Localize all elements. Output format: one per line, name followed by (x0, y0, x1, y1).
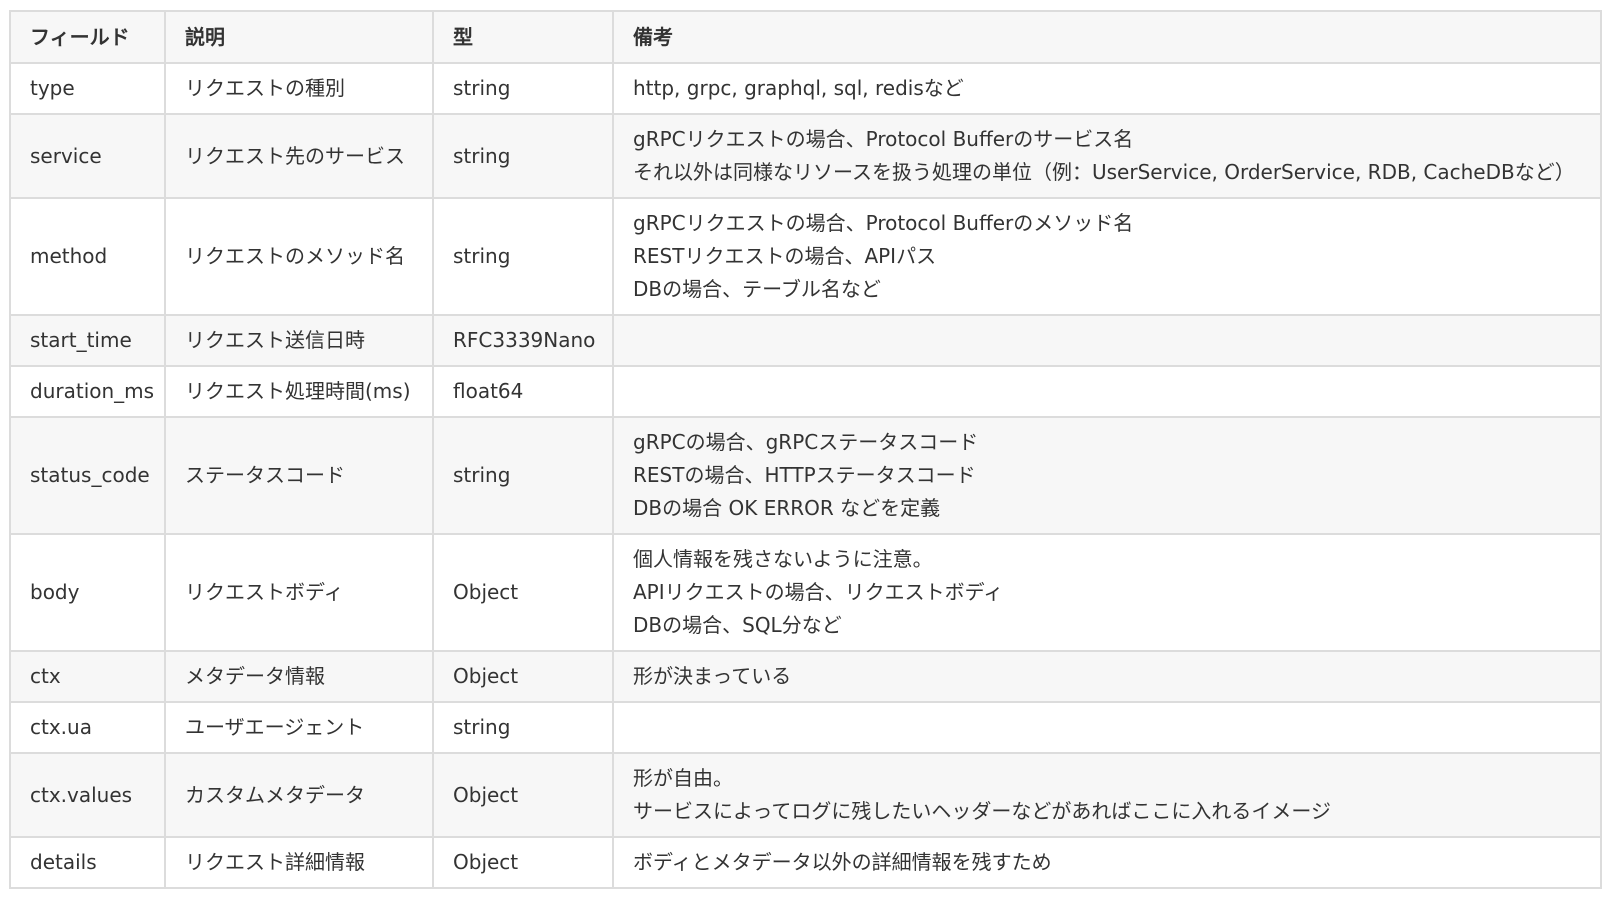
type-cell: Object (432, 752, 614, 838)
field-cell: type (9, 62, 166, 115)
field-cell: duration_ms (9, 365, 166, 418)
notes-line: 個人情報を残さないように注意。 (633, 547, 933, 571)
notes-line: それ以外は同様なリソースを扱う処理の単位（例：UserService, Orde… (633, 160, 1575, 184)
notes-cell: 形が自由。サービスによってログに残したいヘッダーなどがあればここに入れるイメージ (612, 752, 1602, 838)
table-row: ctx.values カスタムメタデータ Object 形が自由。 サービスによってログ… (9, 752, 1602, 838)
notes-cell: http, grpc, graphql, sql, redisなど (612, 62, 1602, 115)
type-cell: Object (432, 533, 614, 652)
type-cell: float64 (432, 365, 614, 418)
field-cell: details (9, 836, 166, 889)
notes-line: RESTの場合、HTTPステータスコード (633, 463, 976, 487)
notes-cell (612, 701, 1602, 754)
notes-line: DBの場合、SQL分など (633, 613, 842, 637)
field-cell: ctx (9, 650, 166, 703)
type-cell: Object (432, 836, 614, 889)
description-cell: リクエスト送信日時 (164, 314, 434, 367)
notes-line: gRPCリクエストの場合、Protocol Bufferのサービス名 (633, 127, 1134, 151)
description-cell: ユーザエージェント (164, 701, 434, 754)
field-cell: service (9, 113, 166, 199)
notes-line: DBの場合、テーブル名など (633, 277, 881, 301)
description-cell: リクエストボディ (164, 533, 434, 652)
table-row: service リクエスト先のサービス string gRPCリクエストの場合、Pro… (9, 113, 1602, 199)
table-row: status_code ステータスコード string gRPCの場合、gRPCステー… (9, 416, 1602, 535)
table-row: duration_ms リクエスト処理時間(ms) float64 (9, 365, 1602, 418)
description-cell: リクエストの種別 (164, 62, 434, 115)
type-cell: string (432, 701, 614, 754)
notes-line: APIリクエストの場合、リクエストボディ (633, 580, 1004, 604)
type-cell: string (432, 197, 614, 316)
notes-cell: gRPCの場合、gRPCステータスコード RESTの場合、HTTPステータスコード… (612, 416, 1602, 535)
notes-line: 形が決まっている (633, 664, 792, 688)
type-cell: RFC3339Nano (432, 314, 614, 367)
notes-cell (612, 365, 1602, 418)
description-cell: メタデータ情報 (164, 650, 434, 703)
notes-cell: gRPCリクエストの場合、Protocol Bufferのサービス名それ以外は同… (612, 113, 1602, 199)
table-row: ctx.ua ユーザエージェント string (9, 701, 1602, 754)
field-spec-table: フィールド 説明 型 備考 type リクエストの種別 string http, gr… (9, 10, 1602, 889)
table-body: type リクエストの種別 string http, grpc, graphql, s… (9, 62, 1602, 889)
notes-cell (612, 314, 1602, 367)
notes-line: 形が自由。 (633, 766, 733, 790)
field-cell: body (9, 533, 166, 652)
column-header-description: 説明 (164, 10, 434, 64)
description-cell: ステータスコード (164, 416, 434, 535)
description-cell: リクエストのメソッド名 (164, 197, 434, 316)
notes-line: gRPCリクエストの場合、Protocol Bufferのメソッド名 (633, 211, 1134, 235)
type-cell: Object (432, 650, 614, 703)
column-header-notes: 備考 (612, 10, 1602, 64)
type-cell: string (432, 113, 614, 199)
notes-line: ボディとメタデータ以外の詳細情報を残すため (633, 850, 1052, 874)
notes-cell: 個人情報を残さないように注意。 APIリクエストの場合、リクエストボディ DBの場合… (612, 533, 1602, 652)
description-cell: リクエスト先のサービス (164, 113, 434, 199)
notes-line: http, grpc, graphql, sql, redisなど (633, 76, 964, 100)
field-cell: start_time (9, 314, 166, 367)
description-cell: カスタムメタデータ (164, 752, 434, 838)
field-cell: status_code (9, 416, 166, 535)
table-row: method リクエストのメソッド名 string gRPCリクエストの場合、Prot… (9, 197, 1602, 316)
notes-line: DBの場合 OK ERROR などを定義 (633, 496, 941, 520)
spec-table-container: フィールド 説明 型 備考 type リクエストの種別 string http, gr… (9, 10, 1602, 889)
table-row: type リクエストの種別 string http, grpc, graphql, s… (9, 62, 1602, 115)
description-cell: リクエスト詳細情報 (164, 836, 434, 889)
table-row: start_time リクエスト送信日時 RFC3339Nano (9, 314, 1602, 367)
description-cell: リクエスト処理時間(ms) (164, 365, 434, 418)
notes-cell: 形が決まっている (612, 650, 1602, 703)
type-cell: string (432, 416, 614, 535)
notes-cell: gRPCリクエストの場合、Protocol Bufferのメソッド名 RESTリク… (612, 197, 1602, 316)
field-cell: ctx.ua (9, 701, 166, 754)
table-row: details リクエスト詳細情報 Object ボディとメタデータ以外の詳細情報を残… (9, 836, 1602, 889)
table-header-row: フィールド 説明 型 備考 (9, 10, 1602, 64)
type-cell: string (432, 62, 614, 115)
notes-cell: ボディとメタデータ以外の詳細情報を残すため (612, 836, 1602, 889)
table-row: ctx メタデータ情報 Object 形が決まっている (9, 650, 1602, 703)
notes-line: gRPCの場合、gRPCステータスコード (633, 430, 979, 454)
field-cell: ctx.values (9, 752, 166, 838)
field-cell: method (9, 197, 166, 316)
table-row: body リクエストボディ Object 個人情報を残さないように注意。 APIリクエス… (9, 533, 1602, 652)
notes-line: サービスによってログに残したいヘッダーなどがあればここに入れるイメージ (633, 799, 1331, 823)
column-header-type: 型 (432, 10, 614, 64)
column-header-field: フィールド (9, 10, 166, 64)
notes-line: RESTリクエストの場合、APIパス (633, 244, 937, 268)
